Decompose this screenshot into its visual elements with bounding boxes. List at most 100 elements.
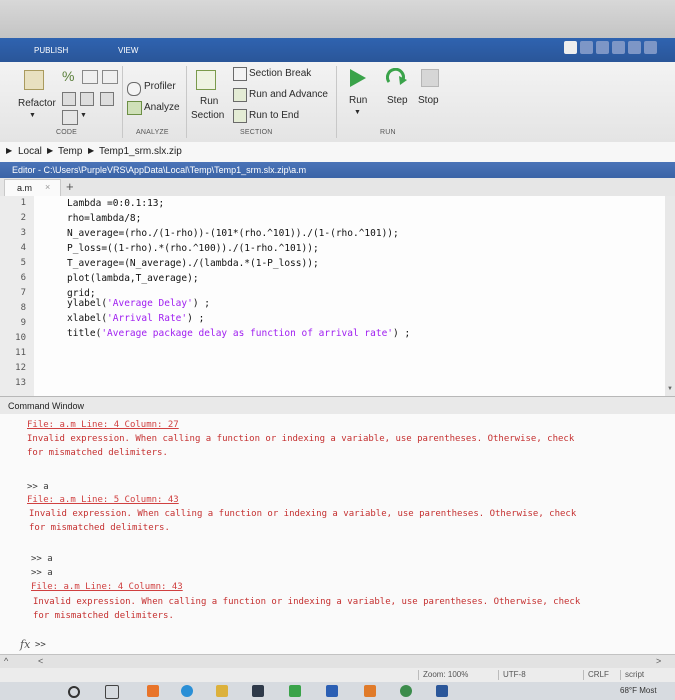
- editor-vertical-scrollbar[interactable]: ▼: [665, 196, 675, 396]
- line-number: 7: [20, 288, 26, 298]
- fx-refactor-icon: [24, 70, 44, 90]
- error-link-2[interactable]: File: a.m Line: 5 Column: 43: [27, 495, 179, 505]
- office-icon[interactable]: [147, 685, 159, 697]
- chevron-down-icon[interactable]: ▼: [354, 109, 361, 116]
- code-line-10[interactable]: title('Average package delay as function…: [67, 328, 410, 339]
- run-to-end-button[interactable]: Run to End: [249, 110, 299, 121]
- line-ending: CRLF: [583, 670, 609, 680]
- chevron-right-icon[interactable]: >: [656, 656, 661, 666]
- section-break-button[interactable]: Section Break: [249, 68, 311, 79]
- step-button[interactable]: Step: [387, 95, 408, 106]
- chevron-down-icon[interactable]: ▼: [667, 386, 673, 392]
- step-icon[interactable]: [386, 68, 408, 88]
- chevron-up-icon[interactable]: ^: [4, 656, 8, 666]
- check-app-icon[interactable]: [289, 685, 301, 697]
- chevron-right-icon: ▶: [6, 146, 13, 155]
- divider: [186, 66, 187, 138]
- store-icon[interactable]: [252, 685, 264, 697]
- run-section-label-line1[interactable]: Run: [200, 96, 218, 107]
- run-section-label-line2[interactable]: Section: [191, 110, 224, 121]
- task-view-icon[interactable]: [105, 685, 119, 699]
- outdent-icon[interactable]: [80, 92, 94, 106]
- run-and-advance-button[interactable]: Run and Advance: [249, 89, 328, 100]
- code-line-4[interactable]: P_loss=((1-rho).*(rho.^100))./(1-rho.^10…: [67, 243, 319, 254]
- code-line-6[interactable]: plot(lambda,T_average);: [67, 273, 199, 284]
- error-message-2: Invalid expression. When calling a funct…: [29, 509, 577, 519]
- paste-icon[interactable]: [612, 41, 625, 54]
- stop-button[interactable]: Stop: [418, 95, 439, 106]
- indent-icon[interactable]: [62, 92, 76, 106]
- edge-icon[interactable]: [181, 685, 193, 697]
- run-button[interactable]: Run: [349, 95, 367, 106]
- add-tab-button[interactable]: +: [66, 179, 74, 194]
- line-number: 8: [20, 303, 26, 313]
- code-line-5[interactable]: T_average=(N_average)./(lambda.*(1-P_los…: [67, 258, 319, 269]
- code-line-2[interactable]: rho=lambda/8;: [67, 213, 141, 224]
- code-line-8[interactable]: ylabel('Average Delay') ;: [67, 298, 210, 309]
- divider: [122, 66, 123, 138]
- line-number: 11: [15, 348, 26, 358]
- breadcrumb-temp[interactable]: Temp: [58, 146, 82, 157]
- word-icon[interactable]: [436, 685, 448, 697]
- run-and-advance-icon: [233, 88, 247, 102]
- command-window-title: Command Window: [8, 401, 85, 411]
- analyze-button[interactable]: Analyze: [144, 102, 180, 113]
- code-line-9[interactable]: xlabel('Arrival Rate') ;: [67, 313, 204, 324]
- wrap-comments-icon[interactable]: [102, 70, 118, 84]
- file-tab-label: a.m: [17, 183, 33, 193]
- tab-view[interactable]: VIEW: [118, 46, 138, 55]
- code-line-1[interactable]: Lambda =0:0.1:13;: [67, 198, 164, 209]
- refactor-button[interactable]: Refactor: [18, 98, 56, 109]
- breadcrumb-local[interactable]: Local: [18, 146, 42, 157]
- profiler-button[interactable]: Profiler: [144, 81, 176, 92]
- breadcrumb-folder[interactable]: Temp1_srm.slx.zip: [99, 146, 182, 157]
- chevron-down-icon[interactable]: ▼: [29, 112, 36, 119]
- file-tab-a-m[interactable]: a.m ×: [4, 179, 61, 197]
- chevron-left-icon[interactable]: <: [38, 656, 43, 666]
- stop-icon[interactable]: [421, 69, 439, 87]
- redo-icon[interactable]: [644, 41, 657, 54]
- code-string: 'Average package delay as function of ar…: [101, 328, 394, 339]
- chevron-down-icon[interactable]: ▼: [80, 112, 87, 119]
- cut-icon[interactable]: [580, 41, 593, 54]
- format-icon[interactable]: [62, 110, 78, 125]
- uncomment-icon[interactable]: [82, 70, 98, 84]
- weather-widget[interactable]: 68°F Most: [620, 686, 657, 695]
- command-window-header: Command Window: [0, 396, 675, 416]
- copy-icon[interactable]: [596, 41, 609, 54]
- outlook-icon[interactable]: [326, 685, 338, 697]
- command-window[interactable]: File: a.m Line: 4 Column: 27 Invalid exp…: [0, 414, 675, 654]
- group-label-analyze: ANALYZE: [136, 129, 169, 136]
- tab-publish[interactable]: PUBLISH: [34, 46, 68, 55]
- line-number: 4: [20, 243, 26, 253]
- error-link-3[interactable]: File: a.m Line: 4 Column: 43: [31, 582, 183, 592]
- code-line-3[interactable]: N_average=(rho./(1-rho))-(101*(rho.^101)…: [67, 228, 399, 239]
- file-explorer-icon[interactable]: [216, 685, 228, 697]
- analyze-icon: [127, 101, 142, 115]
- chevron-right-icon: ▶: [88, 146, 95, 155]
- command-horizontal-scrollbar[interactable]: ^ < >: [0, 654, 675, 669]
- profiler-clock-icon: [127, 82, 141, 96]
- save-icon[interactable]: [564, 41, 577, 54]
- chrome-icon[interactable]: [400, 685, 412, 697]
- line-number: 9: [20, 318, 26, 328]
- line-number: 1: [20, 198, 26, 208]
- editor-title: Editor - C:\Users\PurpleVRS\AppData\Loca…: [12, 165, 307, 175]
- run-section-icon: [196, 70, 216, 90]
- matlab-icon[interactable]: [364, 685, 376, 697]
- code-editor[interactable]: 1 2 3 4 5 6 7 8 9 10 11 12 13 Lambda =0:0.1:13; rho=l…: [0, 196, 675, 396]
- line-number: 3: [20, 228, 26, 238]
- section-break-icon: [233, 67, 247, 81]
- group-label-section: SECTION: [240, 129, 273, 136]
- search-icon[interactable]: [68, 686, 80, 698]
- comment-icon[interactable]: %: [62, 68, 74, 84]
- code-string: 'Average Delay': [107, 298, 193, 309]
- close-icon[interactable]: ×: [45, 182, 50, 192]
- undo-icon[interactable]: [628, 41, 641, 54]
- command-input-prompt[interactable]: >>: [35, 640, 46, 650]
- fx-icon[interactable]: fx: [20, 638, 30, 651]
- error-message-3: Invalid expression. When calling a funct…: [33, 597, 581, 607]
- error-link-1[interactable]: File: a.m Line: 4 Column: 27: [27, 420, 179, 430]
- smart-indent-icon[interactable]: [100, 92, 114, 106]
- run-play-icon[interactable]: [347, 68, 367, 88]
